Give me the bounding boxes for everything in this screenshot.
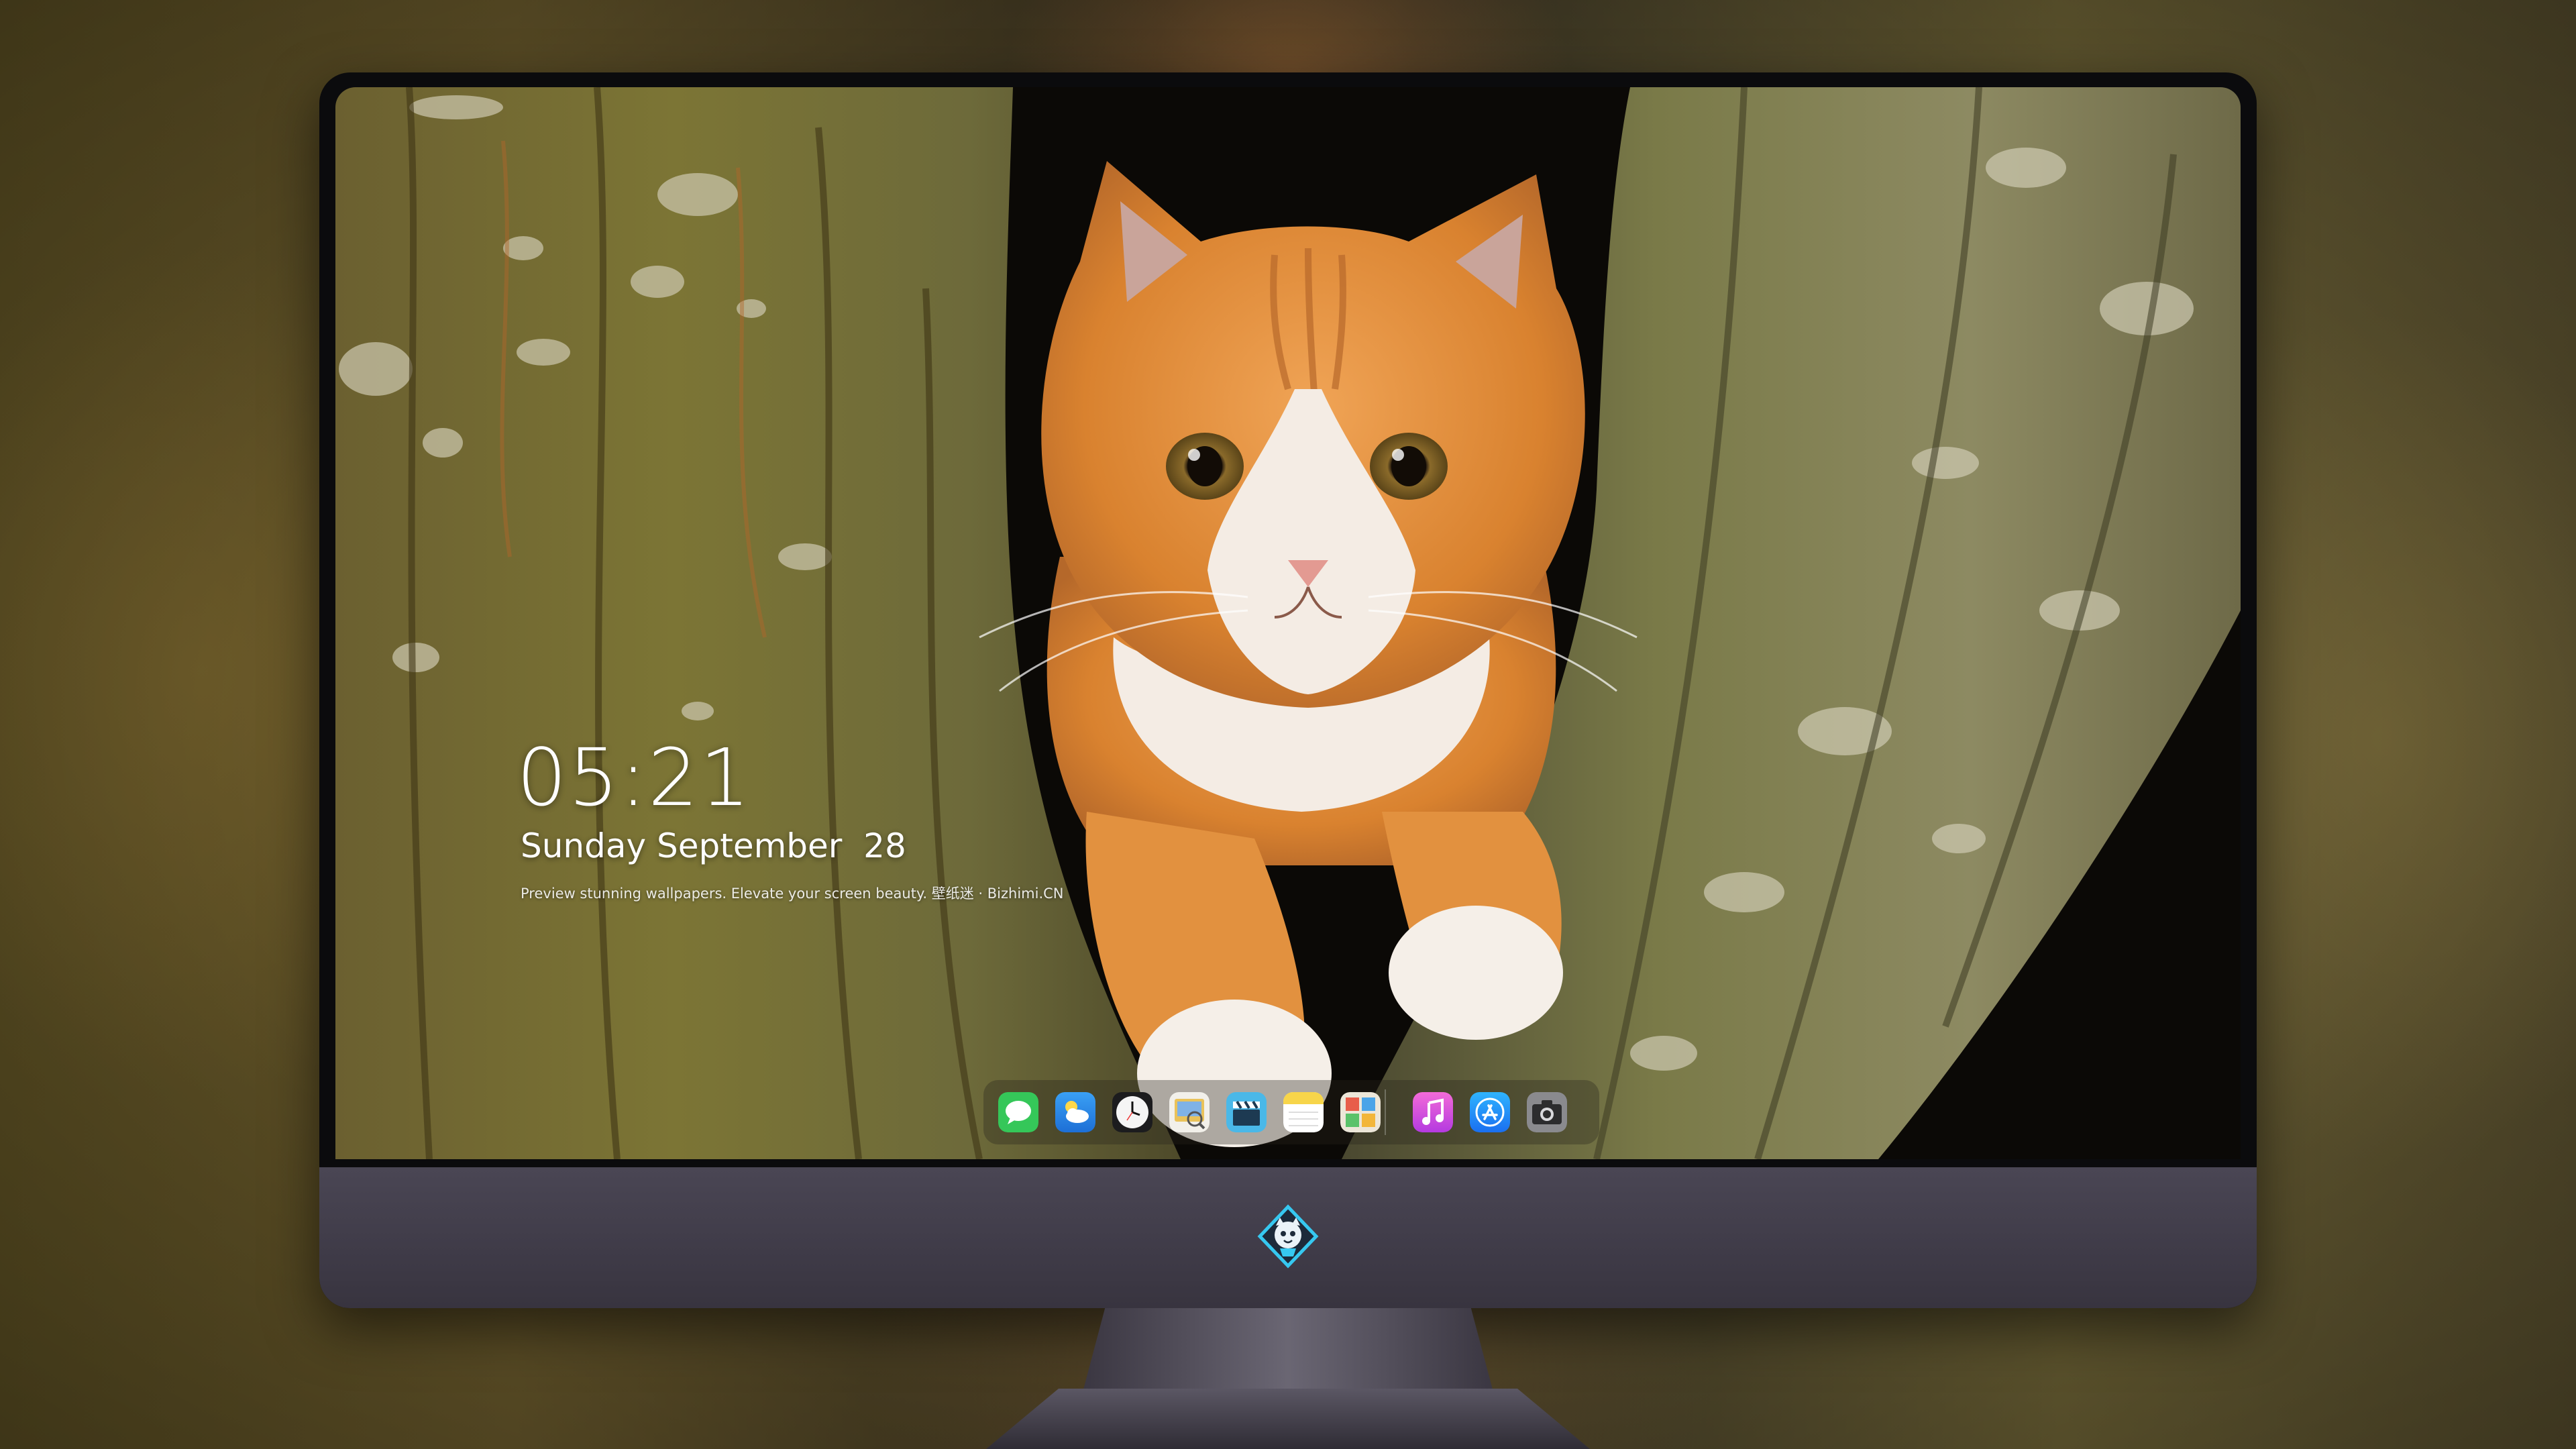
lock-clock: 05:21 — [517, 731, 752, 824]
monitor-stand-base — [986, 1389, 1590, 1449]
monitor-stand-neck — [1080, 1308, 1496, 1402]
clapperboard-icon[interactable] — [1226, 1092, 1267, 1132]
photo-grid-icon[interactable] — [1340, 1092, 1381, 1132]
screen: 05:21 Sunday September 28 Preview stunni… — [335, 87, 2241, 1159]
monitor-chin — [319, 1167, 2257, 1308]
clock-icon[interactable] — [1112, 1092, 1152, 1132]
weather-icon[interactable] — [1055, 1092, 1095, 1132]
notes-icon[interactable] — [1283, 1092, 1324, 1132]
mascot-logo-icon — [1257, 1204, 1319, 1269]
app-store-icon[interactable] — [1470, 1092, 1510, 1132]
lock-date: Sunday September 28 — [521, 826, 906, 865]
dock-separator — [1385, 1089, 1386, 1135]
music-icon[interactable] — [1413, 1092, 1453, 1132]
wallpaper — [335, 87, 2241, 1159]
preview-icon[interactable] — [1169, 1092, 1210, 1132]
dock — [983, 1080, 1599, 1144]
messages-icon[interactable] — [998, 1092, 1038, 1132]
monitor-frame: 05:21 Sunday September 28 Preview stunni… — [319, 72, 2257, 1308]
camera-icon[interactable] — [1527, 1092, 1567, 1132]
wallpaper-caption: Preview stunning wallpapers. Elevate you… — [521, 885, 1064, 902]
